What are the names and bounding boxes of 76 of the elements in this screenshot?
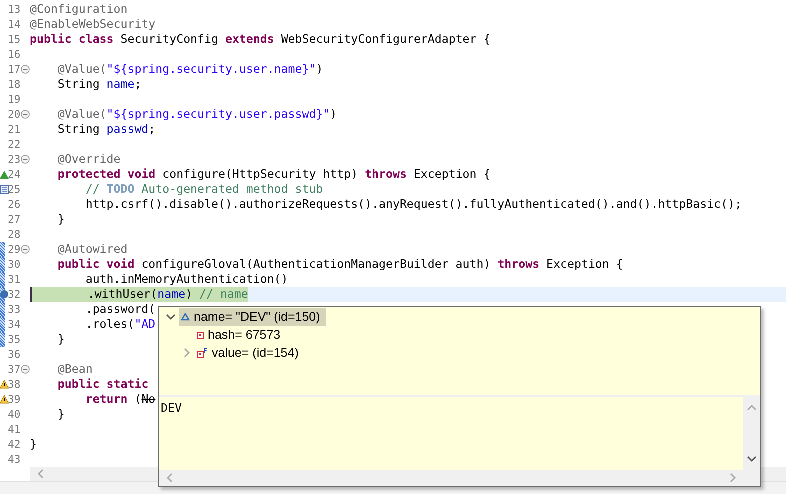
line-number: 38	[8, 378, 21, 390]
line-number: 29	[8, 244, 21, 256]
line-number: 21	[8, 124, 21, 136]
fold-toggle-icon[interactable]	[21, 155, 30, 164]
line-number: 14	[8, 18, 21, 30]
line-number: 33	[8, 304, 21, 316]
line-number: 16	[8, 48, 21, 60]
line-number: 26	[8, 198, 21, 210]
fold-toggle-icon[interactable]	[21, 110, 30, 119]
triangle-field-icon	[181, 313, 190, 321]
variable-tree-item[interactable]: value= (id=154)	[195, 344, 305, 362]
scroll-up-icon	[746, 403, 756, 413]
code-line: public class SecurityConfig extends WebSecurityConfigurerAdapter {	[30, 32, 491, 47]
code-line: @Configuration	[30, 2, 128, 17]
scroll-right-icon	[728, 473, 738, 483]
code-line: String name;	[56, 77, 142, 92]
collapse-chevron-icon[interactable]	[166, 312, 176, 322]
code-line: }	[56, 407, 65, 422]
final-field-icon	[197, 348, 208, 358]
detail-text: DEV	[159, 397, 743, 470]
code-line: }	[56, 212, 65, 227]
line-number: 34	[8, 318, 21, 330]
line-number: 18	[8, 78, 21, 90]
line-number: 37	[8, 364, 21, 376]
code-line: public void configureGloval(AuthenticationManagerBuilder auth) throws Exception {	[56, 257, 624, 272]
variable-tree-item[interactable]: name= "DEV" (id=150)	[179, 308, 326, 326]
line-number: 22	[8, 138, 21, 150]
code-line: @Value("${spring.security.user.name}")	[56, 62, 324, 77]
line-number: 40	[8, 408, 21, 420]
override-triangle-icon	[0, 170, 9, 179]
code-line: .roles("AD	[84, 317, 156, 332]
variable-tree-item[interactable]: hash= 67573	[195, 326, 287, 344]
code-line: @EnableWebSecurity	[30, 17, 156, 32]
code-line: String passwd;	[56, 122, 156, 137]
line-number: 28	[8, 228, 21, 240]
line-number: 24	[8, 168, 21, 180]
code-line: @Value("${spring.security.user.passwd}")	[56, 107, 338, 122]
line-number: 23	[8, 154, 21, 166]
code-line: @Autowired	[56, 242, 128, 257]
code-line: }	[56, 332, 65, 347]
line-number: 25	[8, 184, 21, 196]
line-number: 32	[8, 288, 21, 300]
code-line: // TODO Auto-generated method stub	[84, 182, 324, 197]
code-line: .password(	[84, 302, 156, 317]
line-number: 19	[8, 94, 21, 106]
breakpoint-icon[interactable]	[0, 290, 9, 299]
line-number: 35	[8, 334, 21, 346]
scroll-left-icon	[36, 469, 46, 479]
line-number: 13	[8, 4, 21, 16]
fold-toggle-icon[interactable]	[21, 65, 30, 74]
fold-toggle-icon[interactable]	[21, 245, 30, 254]
code-line: protected void configure(HttpSecurity http) throws Exception {	[56, 167, 491, 182]
line-number: 20	[8, 108, 21, 120]
line-number: 17	[8, 64, 21, 76]
line-number: 36	[8, 348, 21, 360]
code-line: auth.inMemoryAuthentication()	[84, 272, 288, 287]
code-line: http.csrf().disable().authorizeRequests().anyRequest().fullyAuthenticated().and().httpBasic();	[84, 197, 742, 212]
line-number: 41	[8, 424, 21, 436]
scroll-down-icon	[746, 454, 756, 464]
code-line: @Override	[56, 152, 121, 167]
line-number: 42	[8, 438, 21, 450]
line-number: 15	[8, 34, 21, 46]
expand-chevron-icon[interactable]	[182, 348, 192, 358]
line-number: 31	[8, 274, 21, 286]
code-line: }	[30, 437, 37, 452]
line-number: 43	[8, 454, 21, 466]
fold-toggle-icon[interactable]	[21, 365, 30, 374]
scroll-left-icon	[165, 473, 175, 483]
line-number: 30	[8, 258, 21, 270]
line-number: 27	[8, 214, 21, 226]
task-icon	[0, 185, 9, 194]
code-line: public static	[56, 377, 149, 392]
line-number: 39	[8, 394, 21, 406]
square-field-icon	[197, 332, 204, 338]
code-line: @Bean	[56, 362, 93, 377]
code-line: return (No	[84, 392, 156, 407]
